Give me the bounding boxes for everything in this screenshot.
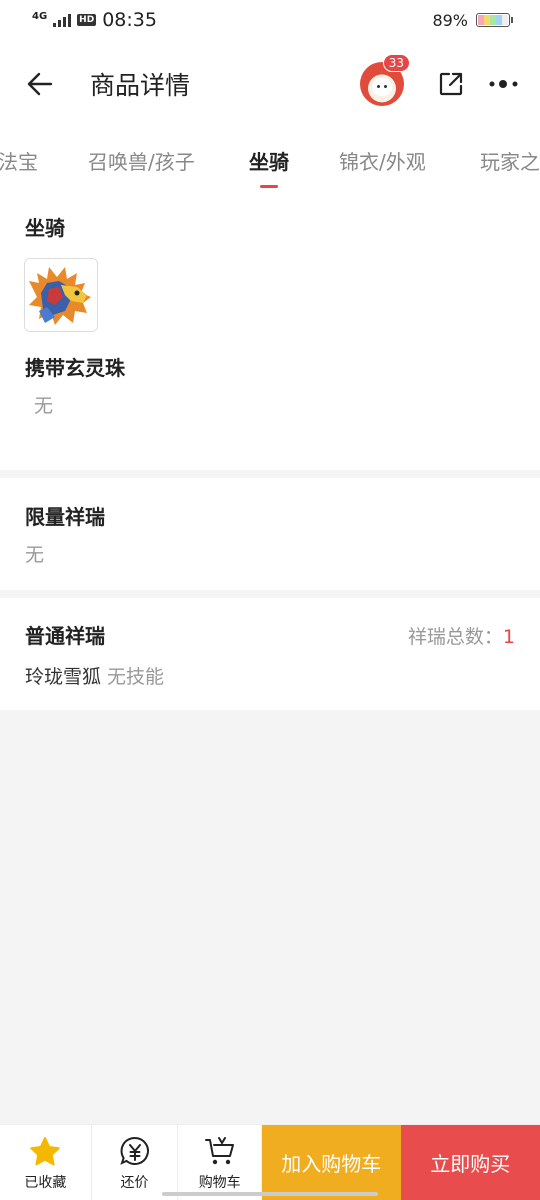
tab-fabao[interactable]: 法宝 — [0, 146, 38, 175]
notification-badge: 33 — [382, 54, 410, 72]
limited-section-title: 限量祥瑞 — [25, 505, 105, 529]
total-count: 祥瑞总数：1 — [408, 622, 515, 649]
item-skill: 无技能 — [107, 666, 165, 688]
category-tabs: 法宝 召唤兽/孩子 坐骑 锦衣/外观 玩家之 — [0, 128, 540, 192]
tab-player[interactable]: 玩家之 — [480, 146, 540, 175]
normal-section-title: 普通祥瑞 — [25, 624, 105, 648]
carry-pearl-value: 无 — [34, 395, 54, 417]
favorite-label: 已收藏 — [24, 1174, 67, 1191]
tab-mount[interactable]: 坐骑 — [249, 146, 289, 175]
bargain-button[interactable]: 还价 — [92, 1125, 179, 1200]
limited-section: 限量祥瑞 无 — [0, 478, 540, 590]
favorite-button[interactable]: 已收藏 — [0, 1125, 92, 1200]
mount-section: 坐骑 携带玄灵珠 无 — [0, 192, 540, 470]
buy-now-button[interactable]: 立即购买 — [400, 1125, 540, 1200]
yuan-bubble-icon — [119, 1136, 149, 1165]
star-icon — [30, 1136, 61, 1165]
battery-percent: 89% — [432, 10, 468, 30]
bottom-action-bar: 已收藏 还价 购物车 加入购物车 立即购买 — [0, 1124, 540, 1200]
mount-thumbnail[interactable] — [24, 258, 98, 332]
add-to-cart-button[interactable]: 加入购物车 — [262, 1125, 401, 1200]
mount-dragon-image — [25, 259, 97, 331]
more-button[interactable] — [474, 40, 534, 128]
share-button[interactable] — [428, 40, 474, 128]
carry-pearl-title: 携带玄灵珠 — [25, 356, 125, 380]
limited-section-value: 无 — [25, 544, 45, 566]
list-item: 玲珑雪狐 无技能 — [25, 662, 164, 689]
cart-button[interactable]: 购物车 — [178, 1125, 263, 1200]
total-count-value: 1 — [502, 626, 515, 648]
app-header: 商品详情 33 — [0, 40, 540, 128]
network-label: 4G — [32, 11, 48, 22]
signal-icon — [53, 13, 72, 27]
total-count-label: 祥瑞总数： — [407, 626, 503, 648]
normal-section: 普通祥瑞 祥瑞总数：1 玲珑雪狐 无技能 — [0, 598, 540, 710]
cart-label: 购物车 — [198, 1174, 241, 1191]
hd-icon: HD — [77, 14, 97, 26]
bargain-label: 还价 — [120, 1174, 149, 1191]
cart-icon — [204, 1136, 234, 1164]
avatar-button[interactable]: 33 — [360, 54, 410, 106]
item-name: 玲珑雪狐 — [25, 666, 102, 688]
more-dots-icon — [489, 80, 518, 88]
status-bar: 4G HD 08:35 89% — [0, 0, 540, 40]
share-icon — [439, 72, 463, 96]
status-time: 08:35 — [102, 9, 157, 31]
home-indicator — [162, 1192, 378, 1196]
arrow-left-icon — [27, 72, 53, 96]
active-tab-indicator — [260, 185, 278, 188]
mount-section-title: 坐骑 — [25, 216, 65, 240]
battery-icon — [476, 13, 513, 27]
tab-summon[interactable]: 召唤兽/孩子 — [88, 146, 195, 175]
back-button[interactable] — [0, 40, 80, 128]
tab-outfit[interactable]: 锦衣/外观 — [339, 146, 426, 175]
page-title: 商品详情 — [90, 71, 191, 100]
